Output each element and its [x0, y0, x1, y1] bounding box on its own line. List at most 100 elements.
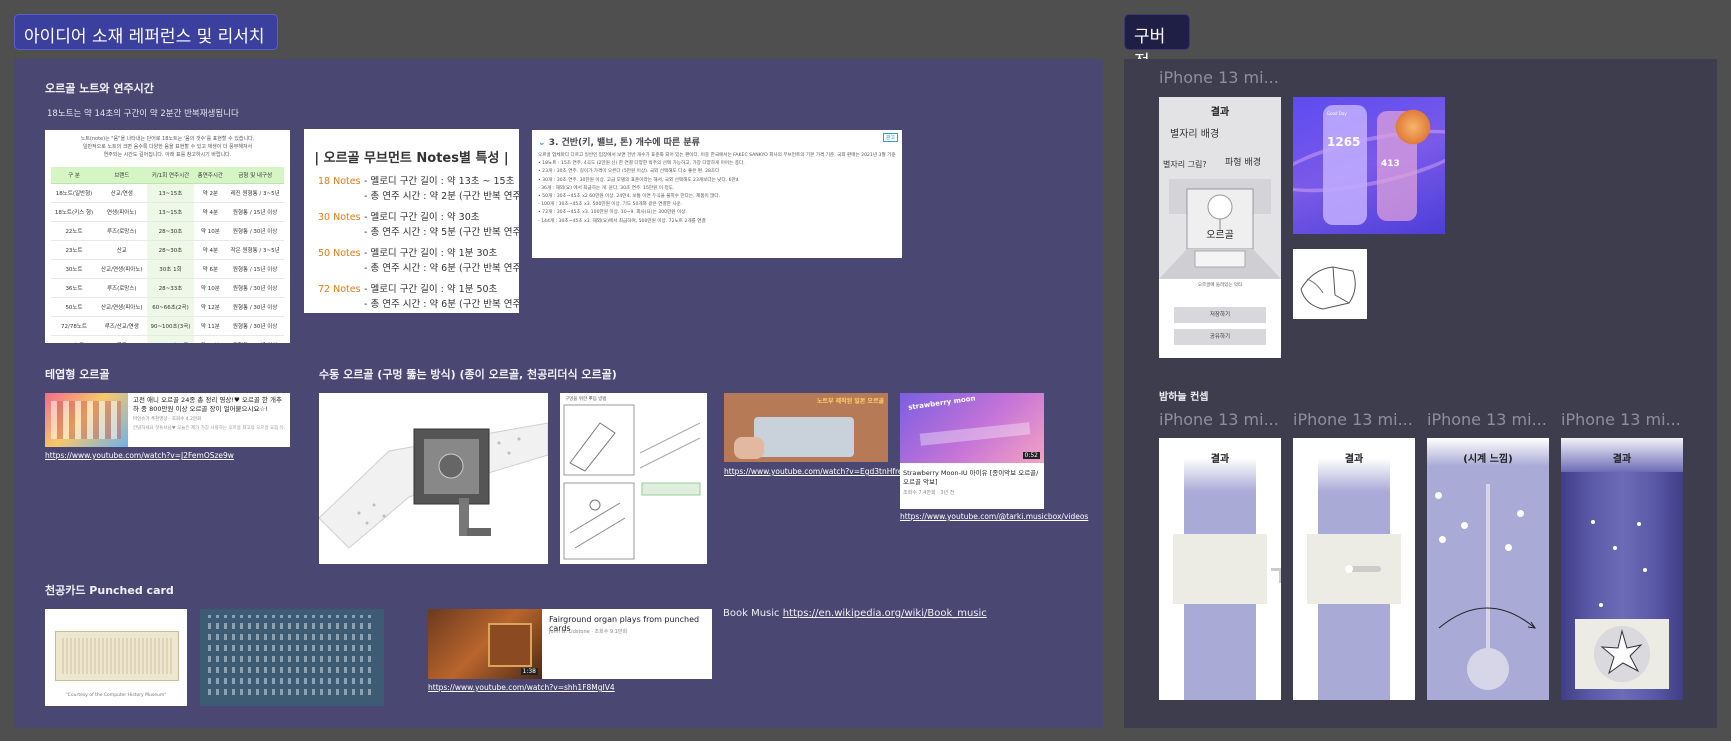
- frame-label-old-version[interactable]: 구버전: [1124, 14, 1190, 72]
- tabletop-url-link[interactable]: https://www.youtube.com/watch?v=J2FemOSz…: [45, 451, 234, 460]
- research-frame[interactable]: 오르골 노트와 연주시간 18노트는 약 14초의 구간이 약 2분간 반복재생…: [14, 59, 1103, 728]
- book-music-link-row: Book Music https://en.wikipedia.org/wiki…: [723, 608, 987, 619]
- table-cell: 루즈: [97, 335, 147, 343]
- bracket-shape: [1271, 568, 1281, 583]
- movement-notes: 72 Notes: [318, 284, 361, 295]
- table-cell: 22노트: [51, 221, 98, 241]
- hand-crank-image: [319, 393, 548, 564]
- table-cell: 36노트: [51, 278, 98, 298]
- manual-url-link-1[interactable]: https://www.youtube.com/watch?v=Egd3tnHf…: [724, 467, 907, 476]
- widget-reference-image: Good Day 1265 413: [1293, 97, 1445, 234]
- book-music-url[interactable]: https://en.wikipedia.org/wiki/Book_music: [783, 608, 987, 619]
- device-label[interactable]: iPhone 13 mi...: [1159, 68, 1279, 87]
- table-cell: 루즈(로망스): [97, 278, 147, 298]
- strawberry-thumbnail[interactable]: strawberry moon 0:52: [900, 393, 1044, 463]
- manual-video-thumbnail[interactable]: 노트부 제작된 일본 오르골: [724, 393, 888, 462]
- star-dot: [1461, 522, 1468, 529]
- video-title[interactable]: 고전 애니 오르골 24종 총 정리 영상!♥ 오르골 한 개추하 중 800만…: [133, 396, 285, 414]
- star-dot: [1439, 536, 1446, 543]
- table-header-cell: 키/1회 연주시간: [146, 167, 195, 184]
- fairground-meta: John G. Lidstone · 조회수 9.1만회: [549, 629, 628, 635]
- table-cell: 원형통 / 30년 이상: [226, 297, 284, 317]
- key-count-title: ⌄ 3. 건반(키, 밸브, 톤) 개수에 따른 분류: [538, 138, 700, 148]
- star-box-card[interactable]: [1575, 619, 1669, 689]
- star-dot: [1637, 522, 1641, 526]
- key-count-line: • 23개 : 30초 연주. 길이가 가격이 오른다 (5만원 이상). 국외…: [538, 169, 720, 175]
- movement-line: - 총 연주 시간 : 약 6분 (구간 반복 연주): [364, 263, 519, 274]
- table-cell: 원형통 / 15년 이상: [226, 259, 284, 279]
- strawberry-meta: 조회수 7.4만회 · 3년 전: [903, 490, 955, 496]
- orb-shape: [1393, 107, 1433, 147]
- device-label[interactable]: iPhone 13 mi...: [1427, 410, 1547, 429]
- section-title-punched: 천공카드 Punched card: [45, 584, 174, 597]
- night-sky-phone-2[interactable]: 결과: [1293, 438, 1415, 700]
- movement-notes: 18 Notes: [318, 176, 361, 187]
- phone-result-mockup[interactable]: 결과 별자리 배경 별자리 그림? 파형 배경 오르골 오르골에 들려있는 악타…: [1159, 97, 1281, 358]
- slider-knob[interactable]: [1345, 565, 1353, 573]
- table-header-cell: 구 분: [51, 167, 98, 184]
- thumbnail-text: strawberry moon: [907, 394, 976, 412]
- punched-card-photo: "Courtesy of the Computer History Museum…: [45, 609, 187, 706]
- phone-card-shape: Good Day 1265: [1323, 105, 1367, 225]
- movement-line: - 멜로디 구간 길이 : 약 1분 30초: [364, 248, 498, 259]
- table-cell: 원형통 / 30년 이상: [226, 221, 284, 241]
- table-cell: 90~100초(3곡): [146, 316, 195, 336]
- table-cell: 13~15초: [146, 183, 195, 203]
- fairground-thumbnail[interactable]: 1:38: [428, 609, 542, 679]
- table-cell: 약 4분: [194, 240, 227, 260]
- save-button[interactable]: 저장하기: [1174, 307, 1266, 323]
- device-label[interactable]: iPhone 13 mi...: [1293, 410, 1413, 429]
- punched-url-link[interactable]: https://www.youtube.com/watch?v=shh1F8Mg…: [428, 683, 615, 692]
- punched-card-caption: "Courtesy of the Computer History Museum…: [65, 693, 167, 698]
- table-row: 144노트루즈90~100초(3곡)약 10분원형통 / 30년 이상: [51, 335, 284, 343]
- card-hole-grid: [62, 638, 172, 674]
- wave-bg-label: 파형 배경: [1225, 158, 1261, 168]
- fairground-video-card[interactable]: 1:38 Fairground organ plays from punched…: [428, 609, 712, 679]
- constellation-bg-label: 별자리 배경: [1170, 129, 1220, 140]
- night-sky-phone-3[interactable]: (시계 느낌): [1427, 438, 1549, 700]
- table-cell: 산교/연생: [97, 183, 147, 203]
- star-dot: [1505, 544, 1512, 551]
- table-cell: 28~33초: [146, 278, 195, 298]
- thumbnail-art: [51, 401, 121, 439]
- book-music-label: Book Music: [723, 608, 783, 619]
- frame-label-research[interactable]: 아이디어 소재 레퍼런스 및 리서치: [14, 14, 278, 50]
- share-button[interactable]: 공유하기: [1174, 329, 1266, 345]
- key-count-line: - 100개 : 30초~45초 x3. 500만원 이상. 기도 50개와 같…: [538, 202, 683, 208]
- strawberry-caption[interactable]: Strawberry Moon-IU 아이유 [종이악보 오르골/오르골 악보]: [903, 469, 1041, 487]
- tabletop-video-card[interactable]: 고전 애니 오르골 24종 총 정리 영상!♥ 오르골 한 개추하 중 800만…: [45, 393, 290, 447]
- table-cell: 약 10분: [194, 335, 227, 343]
- table-row: 18노트(일반형) 산교/연생 13~15초 약 2분 레진 원형통 / 3~5년: [51, 183, 284, 203]
- blue-punched-card: [200, 609, 384, 706]
- night-sky-phone-1[interactable]: 결과: [1159, 438, 1281, 700]
- night-sky-phone-4[interactable]: 결과: [1561, 438, 1683, 700]
- video-thumbnail[interactable]: [45, 393, 128, 447]
- table-cell: 레진 원형통 / 3~5년: [226, 183, 284, 203]
- pendulum-bob[interactable]: [1467, 648, 1509, 690]
- table-cell: 산교: [97, 240, 147, 260]
- movement-line: - 멜로디 구간 길이 : 약 13초 ~ 15초: [364, 176, 515, 187]
- pendulum-rod: [1486, 484, 1490, 654]
- strawberry-video-card[interactable]: strawberry moon 0:52 Strawberry Moon-IU …: [900, 393, 1044, 509]
- movement-line: - 총 연주 시간 : 약 2분 (구간 반복 연주): [364, 191, 519, 202]
- ad-badge: 광고: [882, 133, 898, 142]
- diagram-note: 구멍을 위한 뿌듬 방법: [565, 397, 607, 402]
- key-count-card: ⌄ 3. 건반(키, 밸브, 톤) 개수에 따른 분류 광고 오르골 업체마다 …: [532, 130, 902, 258]
- table-row: 18노트(키스 형) 연생(피아노) 13~15초 약 4분 원형통 / 15년 이상: [51, 202, 284, 222]
- table-header-cell: 금형 및 내구성: [226, 167, 284, 184]
- table-cell: 18노트(키스 형): [51, 202, 98, 222]
- manual-url-link-2[interactable]: https://www.youtube.com/@tarki.musicbox/…: [900, 512, 1088, 521]
- section-subtitle-orgel-notes: 18노트는 약 14초의 구간이 약 2분간 반복재생됩니다: [47, 109, 239, 119]
- table-cell: 원형통 / 15년 이상: [226, 202, 284, 222]
- table-cell: 13~15초: [146, 202, 195, 222]
- device-label[interactable]: iPhone 13 mi...: [1561, 410, 1681, 429]
- box-card: [1173, 534, 1267, 604]
- old-version-frame[interactable]: iPhone 13 mi... 결과 별자리 배경 별자리 그림? 파형 배경 …: [1124, 59, 1717, 728]
- device-label[interactable]: iPhone 13 mi...: [1159, 410, 1279, 429]
- music-box-illustration: [1159, 179, 1281, 279]
- star-dot: [1613, 546, 1617, 550]
- table-cell: 작은 원형통 / 3~5년: [226, 240, 284, 260]
- table-row: 72/78노트 루즈/산교/연생 90~100초(3곡) 약 11분 원형통 / 30년…: [51, 316, 284, 336]
- table-cell: 원형통 / 30년 이상: [226, 316, 284, 336]
- table-cell: 원형통 / 30년 이상: [226, 278, 284, 298]
